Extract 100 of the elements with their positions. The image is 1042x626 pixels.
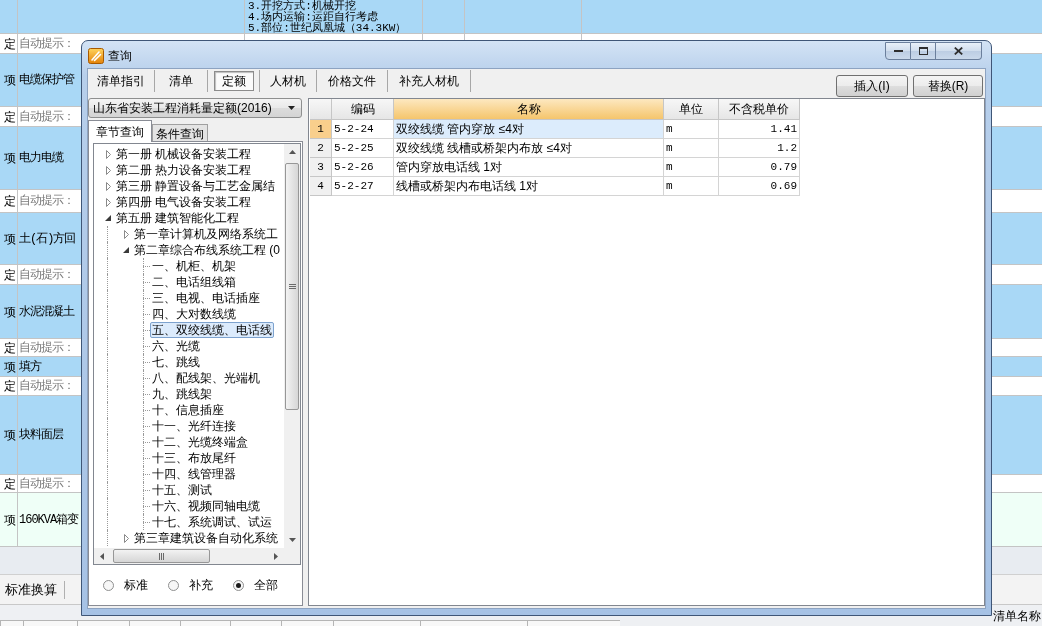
app-icon bbox=[88, 48, 104, 64]
table-cell: 土(石)方回 bbox=[19, 231, 76, 246]
caret-right-icon[interactable] bbox=[105, 197, 111, 207]
caret-right-icon[interactable] bbox=[105, 181, 111, 191]
tree-item[interactable]: 十三、布放尾纤 bbox=[150, 450, 238, 466]
caret-left-icon bbox=[100, 552, 104, 560]
tree-item[interactable]: 七、跳线 bbox=[150, 354, 202, 370]
tree-item[interactable]: 五、双绞线缆、电话线 bbox=[150, 322, 274, 338]
row-number: 3 bbox=[310, 158, 332, 177]
table-cell: 4.场内运输:运距自行考虑 bbox=[248, 12, 378, 23]
column-header[interactable]: 名称 bbox=[394, 99, 664, 120]
tree-item[interactable]: 第一章计算机及网络系统工 bbox=[132, 226, 280, 242]
tab[interactable]: 定额 bbox=[213, 71, 254, 91]
radio-button[interactable]: 补充 bbox=[168, 576, 213, 594]
row-number: 4 bbox=[310, 177, 332, 196]
table-cell: 填方 bbox=[19, 359, 41, 374]
table-cell: 1.2 bbox=[719, 139, 800, 158]
tree-item[interactable]: 第四册 电气设备安装工程 bbox=[114, 194, 254, 210]
table-cell: 项 bbox=[4, 428, 16, 442]
minimize-button[interactable] bbox=[885, 42, 911, 60]
caret-down-icon[interactable] bbox=[105, 215, 111, 221]
caret-right-icon[interactable] bbox=[105, 165, 111, 175]
tab[interactable]: 人材机 bbox=[260, 70, 316, 92]
table-cell: 5-2-27 bbox=[332, 177, 394, 196]
minimize-icon bbox=[893, 50, 903, 52]
button[interactable]: 插入(I) bbox=[836, 75, 908, 97]
tree-item[interactable]: 第三册 静置设备与工艺金属结 bbox=[114, 178, 278, 194]
caret-right-icon[interactable] bbox=[123, 533, 129, 543]
table-cell: 项 bbox=[4, 231, 16, 246]
tree-item[interactable]: 十、信息插座 bbox=[150, 402, 226, 418]
tree-item[interactable]: 十四、线管理器 bbox=[150, 466, 238, 482]
caret-right-icon[interactable] bbox=[123, 229, 129, 239]
tree-item[interactable]: 十六、视频同轴电缆 bbox=[150, 498, 262, 514]
table-cell: 自动提示： bbox=[19, 340, 74, 355]
close-button[interactable] bbox=[936, 42, 982, 60]
tree-item[interactable]: 九、跳线架 bbox=[150, 386, 214, 402]
scrollbar-thumb[interactable] bbox=[285, 163, 299, 410]
column-header: 清单名称 bbox=[993, 609, 1041, 625]
tree-item[interactable]: 一、机柜、机架 bbox=[150, 258, 238, 274]
table-cell: 定 bbox=[4, 267, 16, 282]
tree-item[interactable]: 十七、系统调试、试运 bbox=[150, 514, 274, 530]
column-header[interactable]: 单位 bbox=[664, 99, 719, 120]
tab[interactable]: 条件查询 bbox=[152, 124, 208, 142]
table-cell: 双绞线缆 管内穿放 ≤4对 bbox=[394, 120, 664, 139]
table-cell: 电力电缆 bbox=[19, 151, 63, 165]
table-cell: 0.79 bbox=[719, 158, 800, 177]
tree-item[interactable]: 第一册 机械设备安装工程 bbox=[114, 146, 254, 162]
toolbar-button[interactable]: 标准换算 bbox=[2, 578, 60, 601]
tree-item[interactable]: 十二、光缆终端盒 bbox=[150, 434, 250, 450]
tree-item[interactable]: 第五册 建筑智能化工程 bbox=[114, 210, 242, 226]
horizontal-scrollbar[interactable] bbox=[94, 548, 284, 564]
caret-right-icon[interactable] bbox=[105, 149, 111, 159]
caret-down-icon bbox=[288, 538, 296, 542]
window-title: 查询 bbox=[108, 49, 132, 63]
table-cell: 3.开挖方式:机械开挖 bbox=[248, 1, 356, 12]
table-cell: 自动提示： bbox=[19, 267, 74, 282]
tree-item[interactable]: 八、配线架、光端机 bbox=[150, 370, 262, 386]
button[interactable]: 替换(R) bbox=[913, 75, 983, 97]
table-cell: m bbox=[664, 177, 719, 196]
tree-item[interactable]: 十一、光纤连接 bbox=[150, 418, 238, 434]
tree-item[interactable]: 第三章建筑设备自动化系统 bbox=[132, 530, 280, 546]
radio-button[interactable]: 标准 bbox=[103, 576, 148, 594]
table-cell: 水泥混凝土 bbox=[19, 304, 74, 319]
column-header[interactable]: 编码 bbox=[332, 99, 394, 120]
tree-item[interactable]: 四、大对数线缆 bbox=[150, 306, 238, 322]
maximize-button[interactable] bbox=[911, 42, 936, 60]
table-cell: m bbox=[664, 139, 719, 158]
table-cell: 自动提示： bbox=[19, 109, 74, 124]
table-cell: 定 bbox=[4, 476, 16, 491]
caret-down-icon[interactable] bbox=[123, 247, 129, 253]
table-cell: 5.部位:世纪凤凰城（34.3KW） bbox=[248, 23, 407, 34]
tab[interactable]: 清单指引 bbox=[88, 70, 154, 92]
table-cell: 5-2-26 bbox=[332, 158, 394, 177]
tree-item[interactable]: 二、电话组线箱 bbox=[150, 274, 238, 290]
caret-up-icon bbox=[288, 150, 296, 154]
table-cell: 项 bbox=[4, 359, 16, 374]
column-header[interactable]: 不含税单价 bbox=[719, 99, 800, 120]
row-number: 1 bbox=[310, 120, 332, 139]
tab[interactable]: 补充人材机 bbox=[388, 70, 470, 92]
table-cell: 项 bbox=[4, 151, 16, 165]
radio-button[interactable]: 全部 bbox=[233, 576, 278, 594]
tree-item[interactable]: 第二章综合布线系统工程 (0 bbox=[132, 242, 282, 258]
tab[interactable]: 价格文件 bbox=[317, 70, 387, 92]
scrollbar-thumb[interactable] bbox=[113, 549, 210, 563]
table-cell: m bbox=[664, 120, 719, 139]
tree-item[interactable]: 三、电视、电话插座 bbox=[150, 290, 262, 306]
vertical-scrollbar[interactable] bbox=[284, 144, 300, 548]
tab[interactable]: 清单 bbox=[155, 70, 207, 92]
table-cell: 定 bbox=[4, 379, 16, 393]
table-cell: 5-2-24 bbox=[332, 120, 394, 139]
table-cell: 1.41 bbox=[719, 120, 800, 139]
tree-item[interactable]: 十五、测试 bbox=[150, 482, 214, 498]
tree-item[interactable]: 第二册 热力设备安装工程 bbox=[114, 162, 254, 178]
dropdown[interactable]: 山东省安装工程消耗量定额(2016) bbox=[88, 98, 302, 118]
table-cell: 自动提示： bbox=[19, 194, 74, 208]
tab[interactable]: 章节查询 bbox=[88, 120, 152, 142]
table-cell: 自动提示： bbox=[19, 36, 74, 51]
tree-item[interactable]: 六、光缆 bbox=[150, 338, 202, 354]
maximize-icon bbox=[918, 47, 928, 55]
table-cell: 自动提示： bbox=[19, 379, 74, 393]
